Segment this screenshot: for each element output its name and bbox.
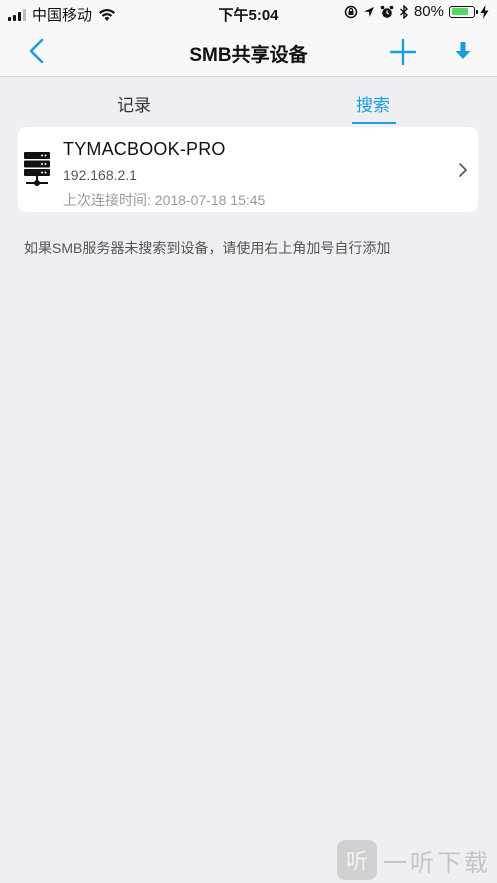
watermark-badge: 听 bbox=[337, 840, 377, 880]
hint-text: 如果SMB服务器未搜索到设备，请使用右上角加号自行添加 bbox=[24, 240, 391, 256]
tab-search[interactable]: 搜索 bbox=[356, 91, 390, 116]
server-icon bbox=[24, 152, 50, 186]
battery-icon bbox=[449, 5, 478, 18]
status-bar: 中国移动 下午5:04 80% bbox=[0, 0, 497, 26]
chevron-right-icon bbox=[459, 163, 467, 177]
download-arrow-icon[interactable] bbox=[452, 38, 474, 64]
device-name: TYMACBOOK-PRO bbox=[63, 139, 226, 159]
bluetooth-icon bbox=[399, 4, 408, 19]
navigation-bar: SMB共享设备 bbox=[0, 26, 497, 77]
active-tab-indicator bbox=[352, 122, 396, 124]
watermark: 听 一听下载 bbox=[337, 840, 491, 880]
device-last-connected: 上次连接时间: 2018-07-18 15:45 bbox=[63, 192, 266, 208]
page-title: SMB共享设备 bbox=[189, 45, 308, 66]
watermark-text: 一听下载 bbox=[383, 849, 491, 877]
battery-fill bbox=[451, 8, 468, 15]
status-right: 80% bbox=[344, 3, 489, 20]
plus-icon[interactable] bbox=[388, 37, 418, 67]
tab-bar: 记录 搜索 bbox=[0, 77, 497, 125]
charging-bolt-icon bbox=[480, 4, 489, 19]
battery-percent: 80% bbox=[413, 3, 444, 20]
device-ip: 192.168.2.1 bbox=[63, 167, 137, 183]
alarm-icon bbox=[380, 5, 394, 18]
location-arrow-icon bbox=[363, 6, 374, 17]
device-list-item[interactable]: TYMACBOOK-PRO 192.168.2.1 上次连接时间: 2018-0… bbox=[18, 127, 478, 212]
rotation-lock-icon bbox=[344, 5, 358, 18]
tab-records[interactable]: 记录 bbox=[117, 91, 151, 116]
